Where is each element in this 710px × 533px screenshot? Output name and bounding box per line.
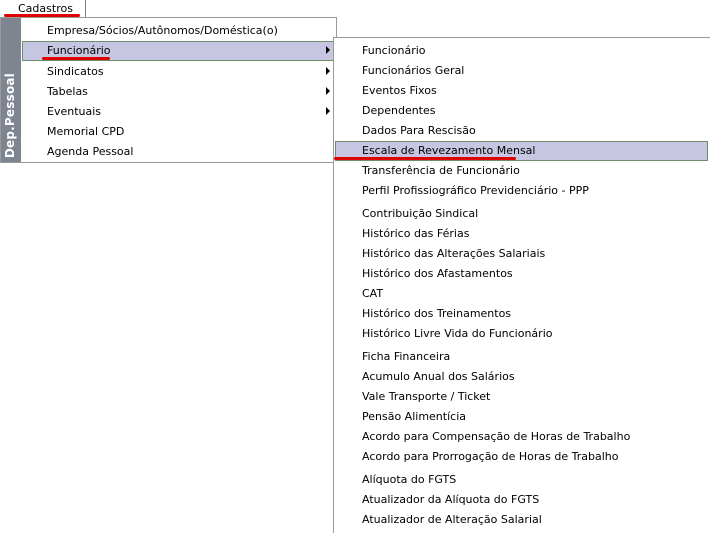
submenu-item[interactable]: Ficha Financeira — [335, 347, 708, 367]
submenu-item-label: CAT — [362, 287, 384, 300]
menu-item-label: Tabelas — [47, 85, 88, 98]
menu-item-memorial-cpd[interactable]: Memorial CPD — [22, 122, 336, 142]
submenu-item[interactable]: Vale Transporte / Ticket — [335, 387, 708, 407]
submenu-item[interactable]: Funcionários Geral — [335, 61, 708, 81]
submenu-item[interactable]: Histórico dos Afastamentos — [335, 264, 708, 284]
menu-item-sindicatos[interactable]: Sindicatos — [22, 62, 336, 82]
menu-item-label: Funcionário — [47, 44, 111, 57]
submenu-item[interactable]: Contribuição Sindical — [335, 204, 708, 224]
submenu-item[interactable]: Pensão Alimentícia — [335, 407, 708, 427]
submenu-item[interactable]: Histórico dos Treinamentos — [335, 304, 708, 324]
submenu-item[interactable]: Dependentes — [335, 101, 708, 121]
submenu-item-label: Histórico dos Afastamentos — [362, 267, 513, 280]
submenu-item[interactable]: Perfil Profissiográfico Previdenciário -… — [335, 181, 708, 201]
submenu-item[interactable]: Transferência de Funcionário — [335, 161, 708, 181]
annotation-underline-funcionario — [42, 57, 110, 60]
submenu-item[interactable]: Histórico das Férias — [335, 224, 708, 244]
submenu-item[interactable]: Atualizador de Alteração Salarial — [335, 510, 708, 530]
menu-item-empresa[interactable]: Empresa/Sócios/Autônomos/Doméstica(o) — [22, 21, 336, 41]
submenu-item[interactable]: Histórico das Alterações Salariais — [335, 244, 708, 264]
submenu-item-label: Histórico das Férias — [362, 227, 470, 240]
side-band-label: Dep.Pessoal — [3, 72, 17, 158]
menu-item-label: Empresa/Sócios/Autônomos/Doméstica(o) — [47, 24, 278, 37]
submenu-item[interactable]: Acordo para Prorrogação de Horas de Trab… — [335, 447, 708, 467]
submenu-item-label: Histórico das Alterações Salariais — [362, 247, 546, 260]
submenu-item-label: Ficha Financeira — [362, 350, 451, 363]
submenu-item-label: Contribuição Sindical — [362, 207, 479, 220]
submenu-item-label: Escala de Revezamento Mensal — [362, 144, 536, 157]
submenu-item-label: Histórico Livre Vida do Funcionário — [362, 327, 553, 340]
annotation-underline-escala — [334, 157, 516, 160]
menu-item-label: Memorial CPD — [47, 125, 125, 138]
submenu-item[interactable]: Alíquota do FGTS — [335, 470, 708, 490]
submenu-item[interactable]: Atualizador da Alíquota do FGTS — [335, 490, 708, 510]
submenu-item-label: Pensão Alimentícia — [362, 410, 466, 423]
submenu-item-label: Atualizador de Alteração Salarial — [362, 513, 542, 526]
chevron-right-icon — [326, 87, 330, 95]
submenu-item-label: Funcionários Geral — [362, 64, 465, 77]
submenu-item-label: Acumulo Anual dos Salários — [362, 370, 515, 383]
submenu-item-label: Transferência de Funcionário — [362, 164, 520, 177]
submenu-item[interactable]: Funcionário — [335, 41, 708, 61]
side-band: Dep.Pessoal — [1, 18, 21, 162]
menu-item-label: Sindicatos — [47, 65, 104, 78]
dropdown-cadastros: Dep.Pessoal Empresa/Sócios/Autônomos/Dom… — [0, 17, 337, 163]
submenu-item[interactable]: Eventos Fixos — [335, 81, 708, 101]
submenu-item-label: Dados Para Rescisão — [362, 124, 476, 137]
menubar: Cadastros — [0, 0, 710, 17]
submenu-item[interactable]: CAT — [335, 284, 708, 304]
chevron-right-icon — [326, 107, 330, 115]
menu-item-tabelas[interactable]: Tabelas — [22, 82, 336, 102]
menu-item-eventuais[interactable]: Eventuais — [22, 102, 336, 122]
submenu-item-label: Acordo para Prorrogação de Horas de Trab… — [362, 450, 619, 463]
submenu-item[interactable]: Acordo para Compensação de Horas de Trab… — [335, 427, 708, 447]
submenu-item[interactable]: Histórico Livre Vida do Funcionário — [335, 324, 708, 344]
submenu-item-label: Vale Transporte / Ticket — [362, 390, 491, 403]
menu-item-label: Eventuais — [47, 105, 102, 118]
chevron-right-icon — [326, 67, 330, 75]
submenu-item-label: Alíquota do FGTS — [362, 473, 457, 486]
submenu-funcionario: Funcionário Funcionários Geral Eventos F… — [333, 37, 710, 533]
menu-item-agenda-pessoal[interactable]: Agenda Pessoal — [22, 142, 336, 162]
submenu-item-label: Dependentes — [362, 104, 436, 117]
submenu-item[interactable]: Dados Para Rescisão — [335, 121, 708, 141]
submenu-item-label: Acordo para Compensação de Horas de Trab… — [362, 430, 631, 443]
submenu-item-label: Funcionário — [362, 44, 426, 57]
menu-item-label: Agenda Pessoal — [47, 145, 134, 158]
submenu-item[interactable]: Acumulo Anual dos Salários — [335, 367, 708, 387]
chevron-right-icon — [326, 46, 330, 54]
submenu-item-label: Eventos Fixos — [362, 84, 437, 97]
submenu-item-label: Histórico dos Treinamentos — [362, 307, 512, 320]
submenu-item-label: Perfil Profissiográfico Previdenciário -… — [362, 184, 589, 197]
submenu-item-label: Atualizador da Alíquota do FGTS — [362, 493, 540, 506]
